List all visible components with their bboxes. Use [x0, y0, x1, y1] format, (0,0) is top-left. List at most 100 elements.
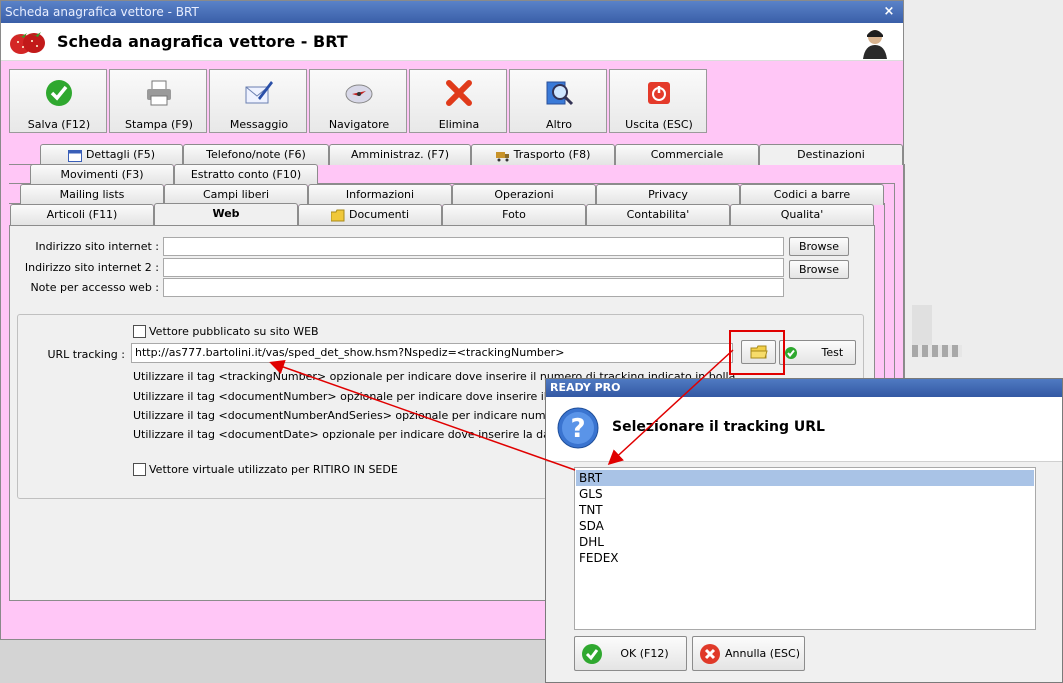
close-button[interactable]: ×: [881, 5, 897, 19]
tab-quality[interactable]: Qualita': [730, 204, 874, 225]
tab-account-statement[interactable]: Estratto conto (F10): [174, 164, 318, 185]
tab-transport-label: Trasporto (F8): [513, 148, 591, 161]
truck-icon: [495, 151, 509, 161]
list-item-brt[interactable]: BRT: [576, 470, 1034, 486]
user-avatar-icon[interactable]: [861, 27, 889, 59]
calendar-icon: [67, 149, 82, 162]
tab-barcodes[interactable]: Codici a barre: [740, 184, 884, 205]
list-item-sda[interactable]: SDA: [576, 518, 1034, 534]
page-title: Scheda anagrafica vettore - BRT: [57, 32, 348, 51]
tab-articles-label: Articoli (F11): [46, 208, 118, 221]
save-button[interactable]: Salva (F12): [9, 69, 107, 133]
tab-free-fields[interactable]: Campi liberi: [164, 184, 308, 205]
exit-label: Uscita (ESC): [625, 118, 693, 131]
published-checkbox[interactable]: [133, 325, 146, 338]
carrier-list[interactable]: BRT GLS TNT SDA DHL FEDEX: [574, 467, 1036, 630]
svg-text:?: ?: [570, 414, 585, 444]
tab-web-label: Web: [212, 207, 240, 220]
annotation-highlight-box: [729, 330, 785, 375]
exit-button[interactable]: Uscita (ESC): [609, 69, 707, 133]
message-button[interactable]: Messaggio: [209, 69, 307, 133]
print-label: Stampa (F9): [125, 118, 193, 131]
browse-site2-button[interactable]: Browse: [789, 260, 849, 279]
browse-site2-label: Browse: [798, 263, 840, 276]
ok-button[interactable]: OK (F12): [574, 636, 687, 671]
dialog-titlebar[interactable]: READY PRO: [546, 379, 1062, 397]
tab-photo[interactable]: Foto: [442, 204, 586, 225]
tab-barcodes-label: Codici a barre: [773, 188, 851, 201]
tab-accounting[interactable]: Contabilita': [586, 204, 730, 225]
tab-mailing-lists[interactable]: Mailing lists: [20, 184, 164, 205]
site2-label: Indirizzo sito internet 2 :: [24, 261, 159, 274]
published-label: Vettore pubblicato su sito WEB: [149, 325, 319, 338]
virtual-carrier-checkbox[interactable]: [133, 463, 146, 476]
background-blur-text: [912, 345, 962, 357]
dialog-message: Selezionare il tracking URL: [612, 419, 825, 435]
site2-input[interactable]: [163, 258, 784, 277]
test-button[interactable]: Test: [779, 340, 856, 365]
tab-movements-label: Movimenti (F3): [60, 168, 144, 181]
browse-site-button[interactable]: Browse: [789, 237, 849, 256]
save-label: Salva (F12): [27, 118, 91, 131]
dialog-title: READY PRO: [550, 381, 621, 394]
tab-free-fields-label: Campi liberi: [202, 188, 270, 201]
window-title: Scheda anagrafica vettore - BRT: [5, 5, 199, 19]
list-item-dhl[interactable]: DHL: [576, 534, 1034, 550]
list-item-fedex[interactable]: FEDEX: [576, 550, 1034, 566]
cancel-icon: [700, 644, 720, 664]
tab-web[interactable]: Web: [154, 203, 298, 226]
site-label: Indirizzo sito internet :: [35, 240, 159, 253]
check-icon: [582, 644, 602, 664]
navigator-button[interactable]: Navigatore: [309, 69, 407, 133]
test-label: Test: [821, 346, 844, 359]
folder-icon: [330, 209, 345, 221]
tab-documents[interactable]: Documenti: [298, 204, 442, 225]
tab-administration[interactable]: Amministraz. (F7): [329, 144, 471, 165]
check-icon: [46, 80, 72, 106]
background-blur: [912, 305, 932, 345]
window-titlebar[interactable]: Scheda anagrafica vettore - BRT ×: [1, 1, 903, 23]
printer-icon: [147, 80, 171, 106]
tab-mailing-lists-label: Mailing lists: [59, 188, 125, 201]
dialog-header: ? Selezionare il tracking URL: [546, 397, 1062, 462]
notes-input[interactable]: [163, 278, 784, 297]
window-header: Scheda anagrafica vettore - BRT: [1, 23, 903, 61]
message-label: Messaggio: [229, 118, 289, 131]
tab-quality-label: Qualita': [780, 208, 824, 221]
tab-operations[interactable]: Operazioni: [452, 184, 596, 205]
url-tracking-input[interactable]: http://as777.bartolini.it/vas/sped_det_s…: [131, 343, 733, 363]
list-item-tnt[interactable]: TNT: [576, 502, 1034, 518]
cancel-button[interactable]: Annulla (ESC): [692, 636, 805, 671]
tab-privacy[interactable]: Privacy: [596, 184, 740, 205]
question-icon: ?: [557, 407, 599, 449]
tab-commercial[interactable]: Commerciale: [615, 144, 759, 165]
list-item-gls[interactable]: GLS: [576, 486, 1034, 502]
delete-button[interactable]: Elimina: [409, 69, 507, 133]
site-input[interactable]: [163, 237, 784, 256]
tab-accounting-label: Contabilita': [626, 208, 690, 221]
tab-documents-label: Documenti: [348, 208, 410, 221]
magnifier-book-icon: [546, 81, 574, 106]
browse-site-label: Browse: [798, 240, 840, 253]
tab-movements[interactable]: Movimenti (F3): [30, 164, 174, 185]
tab-destinations-label: Destinazioni: [797, 148, 865, 161]
tab-account-statement-label: Estratto conto (F10): [190, 168, 302, 181]
notes-label: Note per accesso web :: [30, 281, 159, 294]
virtual-carrier-label: Vettore virtuale utilizzato per RITIRO I…: [149, 463, 398, 476]
delete-label: Elimina: [438, 118, 480, 131]
tab-phone-notes-label: Telefono/note (F6): [206, 148, 306, 161]
other-label: Altro: [546, 118, 572, 131]
tab-phone-notes[interactable]: Telefono/note (F6): [183, 144, 329, 165]
print-button[interactable]: Stampa (F9): [109, 69, 207, 133]
tab-photo-label: Foto: [502, 208, 526, 221]
compass-icon: [345, 84, 373, 104]
tab-articles[interactable]: Articoli (F11): [10, 204, 154, 225]
tab-destinations[interactable]: Destinazioni: [759, 144, 903, 165]
tab-information[interactable]: Informazioni: [308, 184, 452, 205]
tab-transport[interactable]: Trasporto (F8): [471, 144, 615, 165]
red-x-icon: [446, 80, 472, 106]
other-button[interactable]: Altro: [509, 69, 607, 133]
tab-details[interactable]: Dettagli (F5): [40, 144, 183, 165]
envelope-pen-icon: [245, 81, 273, 104]
url-tracking-label: URL tracking :: [47, 348, 125, 361]
